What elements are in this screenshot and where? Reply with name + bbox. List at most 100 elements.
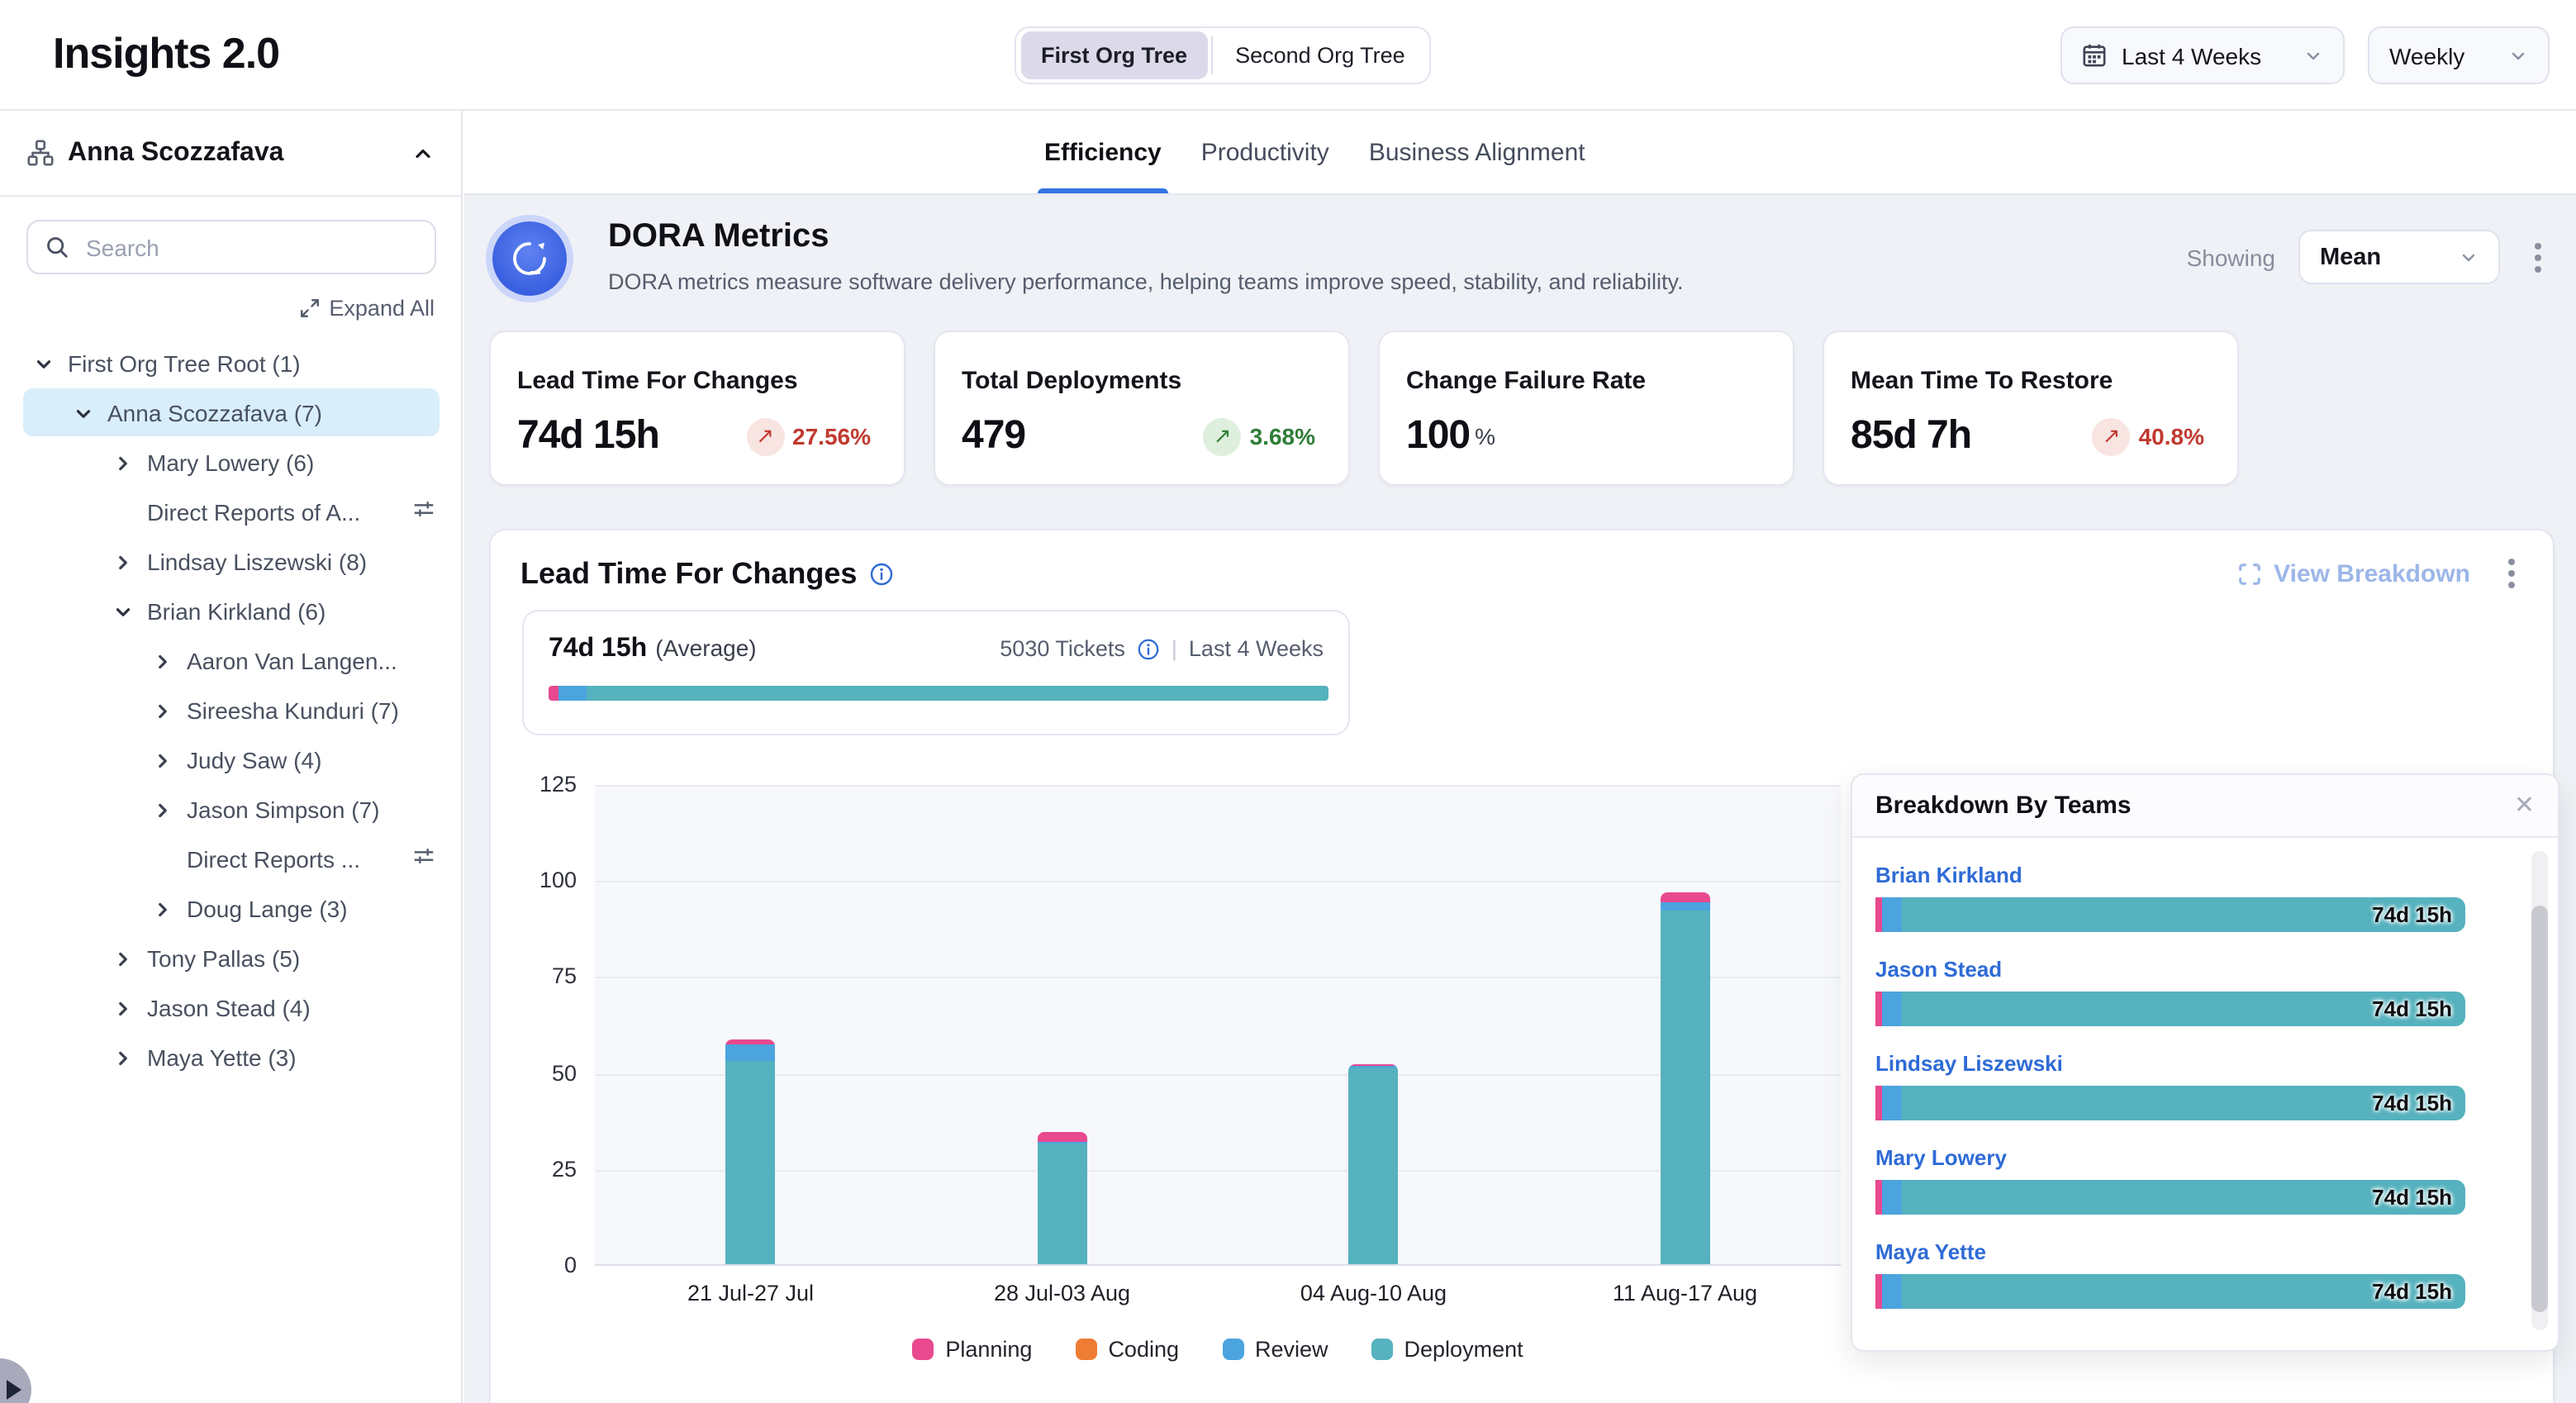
tree-item[interactable]: Judy Saw (4) <box>0 735 463 785</box>
chevron-down-icon[interactable] <box>30 350 56 377</box>
view-breakdown-button[interactable]: View Breakdown <box>2237 559 2470 587</box>
metric-card: Mean Time To Restore85d 7h↗40.8% <box>1823 331 2239 486</box>
legend-label: Planning <box>945 1337 1032 1362</box>
tree-item[interactable]: Jason Stead (4) <box>0 983 463 1033</box>
search-input[interactable] <box>83 232 418 262</box>
team-stacked-bar[interactable]: 74d 15h <box>1875 897 2465 932</box>
chevron-down-icon[interactable] <box>69 400 96 426</box>
team-name-link[interactable]: Mary Lowery <box>1875 1145 2535 1170</box>
tree-item[interactable]: Jason Simpson (7) <box>0 785 463 835</box>
chevron-right-icon[interactable] <box>109 449 135 476</box>
sidebar-search <box>26 220 436 274</box>
stacked-bar[interactable] <box>1661 892 1710 1264</box>
tree-item[interactable]: Direct Reports of A... <box>0 487 463 537</box>
granularity-select[interactable]: Weekly <box>2368 26 2550 84</box>
tab-productivity[interactable]: Productivity <box>1201 111 1329 193</box>
toggle-second-org-tree[interactable]: Second Org Tree <box>1215 31 1425 79</box>
showing-value: Mean <box>2320 244 2381 270</box>
chevron-right-icon[interactable] <box>109 945 135 972</box>
search-icon <box>45 235 69 259</box>
chevron-right-icon[interactable] <box>149 697 175 724</box>
chevron-right-icon[interactable] <box>149 648 175 674</box>
tree-item[interactable]: Doug Lange (3) <box>0 884 463 934</box>
calendar-icon <box>2082 43 2107 68</box>
tree-item-label: Doug Lange (3) <box>187 896 348 922</box>
metric-card-delta: ↗27.56% <box>746 417 871 455</box>
tree-item-label: Mary Lowery (6) <box>147 449 314 476</box>
tree-item[interactable]: Lindsay Liszewski (8) <box>0 537 463 587</box>
legend-label: Coding <box>1108 1337 1179 1362</box>
tree-spacer <box>149 846 175 873</box>
tab-bar: Efficiency Productivity Business Alignment <box>464 111 2576 195</box>
legend-item-planning: Planning <box>912 1337 1032 1362</box>
tree-item[interactable]: Aaron Van Langen... <box>0 636 463 686</box>
scrollbar-thumb[interactable] <box>2531 906 2548 1312</box>
chevron-up-icon[interactable] <box>411 141 435 164</box>
breakdown-teams-list: Brian Kirkland 74d 15h Jason Stead 74d 15h L… <box>1852 839 2558 1334</box>
bar-segment-deployment <box>726 1061 776 1264</box>
info-icon[interactable] <box>868 561 893 586</box>
legend-label: Review <box>1255 1337 1328 1362</box>
dora-icon <box>492 221 567 296</box>
tab-business-alignment[interactable]: Business Alignment <box>1369 111 1585 193</box>
stacked-bar[interactable] <box>1038 1131 1087 1264</box>
chevron-right-icon[interactable] <box>149 797 175 823</box>
team-stacked-bar[interactable]: 74d 15h <box>1875 992 2465 1026</box>
date-range-select[interactable]: Last 4 Weeks <box>2060 26 2345 84</box>
tree-item-label: Brian Kirkland (6) <box>147 598 326 625</box>
stacked-bar[interactable] <box>1349 1063 1399 1264</box>
dora-kebab-menu[interactable] <box>2523 239 2553 275</box>
tree-spacer <box>109 499 135 526</box>
tree-item-label: Maya Yette (3) <box>147 1044 297 1071</box>
bar-segment-deployment <box>1349 1068 1399 1264</box>
tree-item[interactable]: First Org Tree Root (1) <box>0 339 463 388</box>
chevron-down-icon[interactable] <box>109 598 135 625</box>
legend-swatch <box>1222 1339 1243 1360</box>
bar-slot <box>906 785 1218 1264</box>
chevron-right-icon[interactable] <box>149 896 175 922</box>
toggle-divider <box>1210 36 1212 74</box>
tree-item[interactable]: Direct Reports ... <box>0 835 463 884</box>
team-stacked-bar[interactable]: 74d 15h <box>1875 1274 2465 1309</box>
lead-time-kebab-menu[interactable] <box>2497 555 2526 592</box>
tree-item-label: First Org Tree Root (1) <box>68 350 301 377</box>
team-name-link[interactable]: Lindsay Liszewski <box>1875 1051 2535 1076</box>
tree-item[interactable]: Maya Yette (3) <box>0 1033 463 1082</box>
tree-item[interactable]: Sireesha Kunduri (7) <box>0 686 463 735</box>
team-name-link[interactable]: Brian Kirkland <box>1875 863 2535 887</box>
tab-efficiency[interactable]: Efficiency <box>1044 111 1162 193</box>
info-icon[interactable] <box>1137 637 1160 660</box>
divider: | <box>1172 636 1177 661</box>
chevron-right-icon[interactable] <box>149 747 175 773</box>
team-name-link[interactable]: Jason Stead <box>1875 957 2535 982</box>
close-icon[interactable]: ✕ <box>2514 793 2535 818</box>
toggle-first-org-tree[interactable]: First Org Tree <box>1021 31 1207 79</box>
insights-app: Insights 2.0 First Org Tree Second Org T… <box>0 0 2576 1403</box>
tree-item[interactable]: Mary Lowery (6) <box>0 438 463 487</box>
tree-item[interactable]: Brian Kirkland (6) <box>0 587 463 636</box>
chevron-right-icon[interactable] <box>109 995 135 1021</box>
date-range-value: Last 4 Weeks <box>2122 42 2261 69</box>
stacked-bar[interactable] <box>726 1039 776 1264</box>
filter-sliders-icon[interactable] <box>411 844 436 874</box>
chevron-right-icon[interactable] <box>109 549 135 575</box>
team-stacked-bar[interactable]: 74d 15h <box>1875 1180 2465 1215</box>
app-title: Insights 2.0 <box>53 28 279 79</box>
metric-card-delta: ↗40.8% <box>2093 417 2204 455</box>
legend-item-coding: Coding <box>1075 1337 1179 1362</box>
legend-item-deployment: Deployment <box>1371 1337 1523 1362</box>
showing-select[interactable]: Mean <box>2298 230 2500 284</box>
team-stacked-bar[interactable]: 74d 15h <box>1875 1086 2465 1120</box>
scrollbar-track[interactable] <box>2531 851 2548 1330</box>
tree-item[interactable]: Anna Scozzafava (7) <box>0 388 463 438</box>
team-bar-value: 74d 15h <box>2372 1086 2452 1120</box>
tree-item[interactable]: Tony Pallas (5) <box>0 934 463 983</box>
filter-sliders-icon[interactable] <box>411 497 436 527</box>
chevron-right-icon[interactable] <box>109 1044 135 1071</box>
summary-segment-review <box>558 686 587 701</box>
sidebar-collapse-handle[interactable] <box>0 1358 31 1403</box>
team-name-link[interactable]: Maya Yette <box>1875 1239 2535 1264</box>
expand-all-button[interactable]: Expand All <box>299 296 435 321</box>
summary-segment-planning <box>549 686 558 701</box>
sidebar-header[interactable]: Anna Scozzafava <box>0 111 461 197</box>
